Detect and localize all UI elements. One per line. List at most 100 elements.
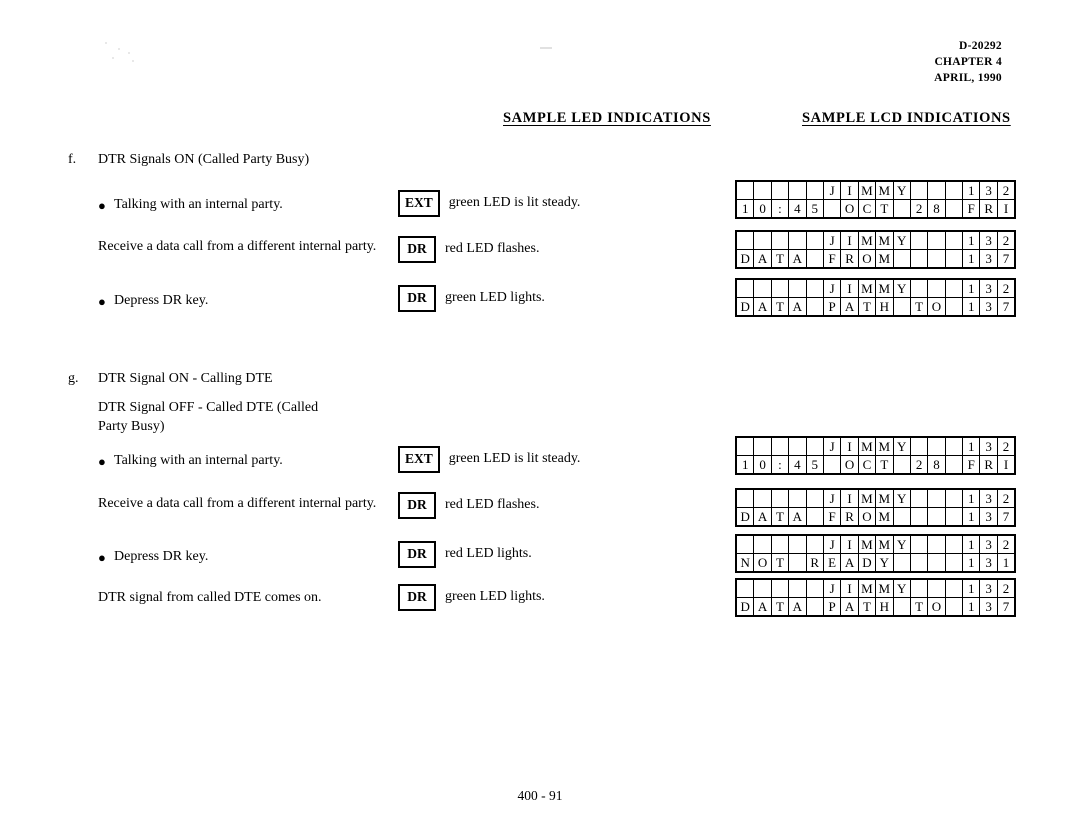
subtitle-text: DTR Signal OFF - Called DTE (Called Part… (98, 400, 319, 434)
lcd-cell: E (822, 553, 842, 572)
section-g-label: g. (68, 371, 79, 386)
lcd-cell: 3 (979, 297, 998, 316)
lcd-cell: I (840, 231, 859, 250)
lcd-cell (788, 535, 807, 554)
lcd-cell: Y (892, 437, 911, 456)
lcd-row: JIMMY 132 (735, 181, 1016, 200)
key-button-ext[interactable]: EXT (398, 190, 440, 217)
key-button-dr[interactable]: DR (398, 584, 436, 611)
lcd-cell (735, 437, 755, 456)
lcd-cell: O (840, 455, 859, 474)
lcd-cell: A (753, 597, 772, 616)
lcd-cell: J (822, 437, 842, 456)
lcd-cell (944, 181, 964, 200)
lcd-cell: C (857, 455, 877, 474)
lcd-cell: M (857, 489, 877, 508)
lcd-cell: I (840, 437, 859, 456)
lcd-cell: T (770, 249, 790, 268)
lcd-cell: 3 (979, 231, 998, 250)
section-g-subtitle: DTR Signal OFF - Called DTE (Called Part… (98, 398, 348, 436)
lcd-cell: J (822, 535, 842, 554)
lcd-cell (892, 249, 911, 268)
lcd-row: JIMMY 132 (735, 535, 1016, 554)
lcd-cell (892, 597, 911, 616)
lcd-cell (788, 489, 807, 508)
key-button-dr[interactable]: DR (398, 541, 436, 568)
lcd-cell (822, 455, 842, 474)
lcd-cell: J (822, 579, 842, 598)
lcd-cell (892, 553, 911, 572)
section-f-label: f. (68, 152, 77, 167)
lcd-cell (909, 279, 929, 298)
lcd-cell (909, 181, 929, 200)
lcd-cell: Y (892, 489, 911, 508)
led-description: red LED flashes. (445, 497, 540, 513)
lcd-cell: 1 (735, 455, 755, 474)
lcd-cell (753, 279, 772, 298)
lcd-cell: 1 (962, 181, 981, 200)
key-button-dr[interactable]: DR (398, 492, 436, 519)
lcd-cell (770, 437, 790, 456)
lcd-cell: F (962, 455, 981, 474)
lcd-cell (944, 249, 964, 268)
lcd-cell (927, 535, 946, 554)
lcd-cell (944, 597, 964, 616)
lcd-cell: T (770, 507, 790, 526)
lcd-cell (944, 437, 964, 456)
section-g-item-0: ● Talking with an internal party. (98, 451, 418, 470)
lcd-cell: A (753, 249, 772, 268)
lcd-cell: M (875, 535, 894, 554)
key-button-dr[interactable]: DR (398, 285, 436, 312)
lcd-cell (735, 231, 755, 250)
lcd-cell (788, 553, 807, 572)
lcd-cell: A (788, 507, 807, 526)
lcd-cell: 0 (753, 455, 772, 474)
lcd-cell: 4 (788, 199, 807, 218)
led-description: green LED is lit steady. (448, 451, 581, 467)
lcd-cell: T (909, 597, 929, 616)
lcd-cell: I (840, 279, 859, 298)
lcd-cell: 1 (962, 507, 981, 526)
lcd-cell: 0 (753, 199, 772, 218)
lcd-cell (927, 181, 946, 200)
lcd-cell: 7 (996, 597, 1016, 616)
lcd-cell (944, 489, 964, 508)
lcd-cell: 3 (979, 437, 998, 456)
lcd-cell (909, 249, 929, 268)
lcd-cell: R (840, 249, 859, 268)
lcd-cell (805, 507, 824, 526)
lcd-display: JIMMY132DATAFROM137 (735, 230, 1017, 269)
lcd-cell: 1 (962, 579, 981, 598)
lcd-cell (770, 489, 790, 508)
lcd-cell (788, 437, 807, 456)
lcd-cell: M (857, 437, 877, 456)
lcd-cell: D (735, 507, 755, 526)
revision-date: APRIL, 1990 (934, 72, 1002, 84)
lcd-cell: M (857, 579, 877, 598)
lcd-cell: F (962, 199, 981, 218)
lcd-cell: F (822, 507, 842, 526)
lcd-display: JIMMY 132 NOTREADY 131 (735, 534, 1017, 573)
section-f-item-2: ● Depress DR key. (98, 291, 418, 310)
lcd-cell: R (805, 553, 824, 572)
lcd-cell: 2 (996, 489, 1016, 508)
lcd-cell (753, 535, 772, 554)
lcd-cell (770, 231, 790, 250)
lcd-cell (944, 199, 964, 218)
key-button-ext[interactable]: EXT (398, 446, 440, 473)
lcd-cell: A (788, 297, 807, 316)
lcd-cell (805, 279, 824, 298)
lcd-cell (805, 535, 824, 554)
lcd-row: JIMMY 132 (735, 579, 1016, 598)
lcd-cell: 7 (996, 507, 1016, 526)
lcd-row: JIMMY 132 (735, 231, 1016, 250)
lcd-cell: R (979, 199, 998, 218)
key-button-dr[interactable]: DR (398, 236, 436, 263)
lcd-cell: M (875, 249, 894, 268)
lcd-cell: A (840, 297, 859, 316)
lcd-cell (735, 489, 755, 508)
lcd-cell: D (857, 553, 877, 572)
lcd-cell (788, 279, 807, 298)
lcd-cell (805, 249, 824, 268)
lcd-cell: M (875, 489, 894, 508)
